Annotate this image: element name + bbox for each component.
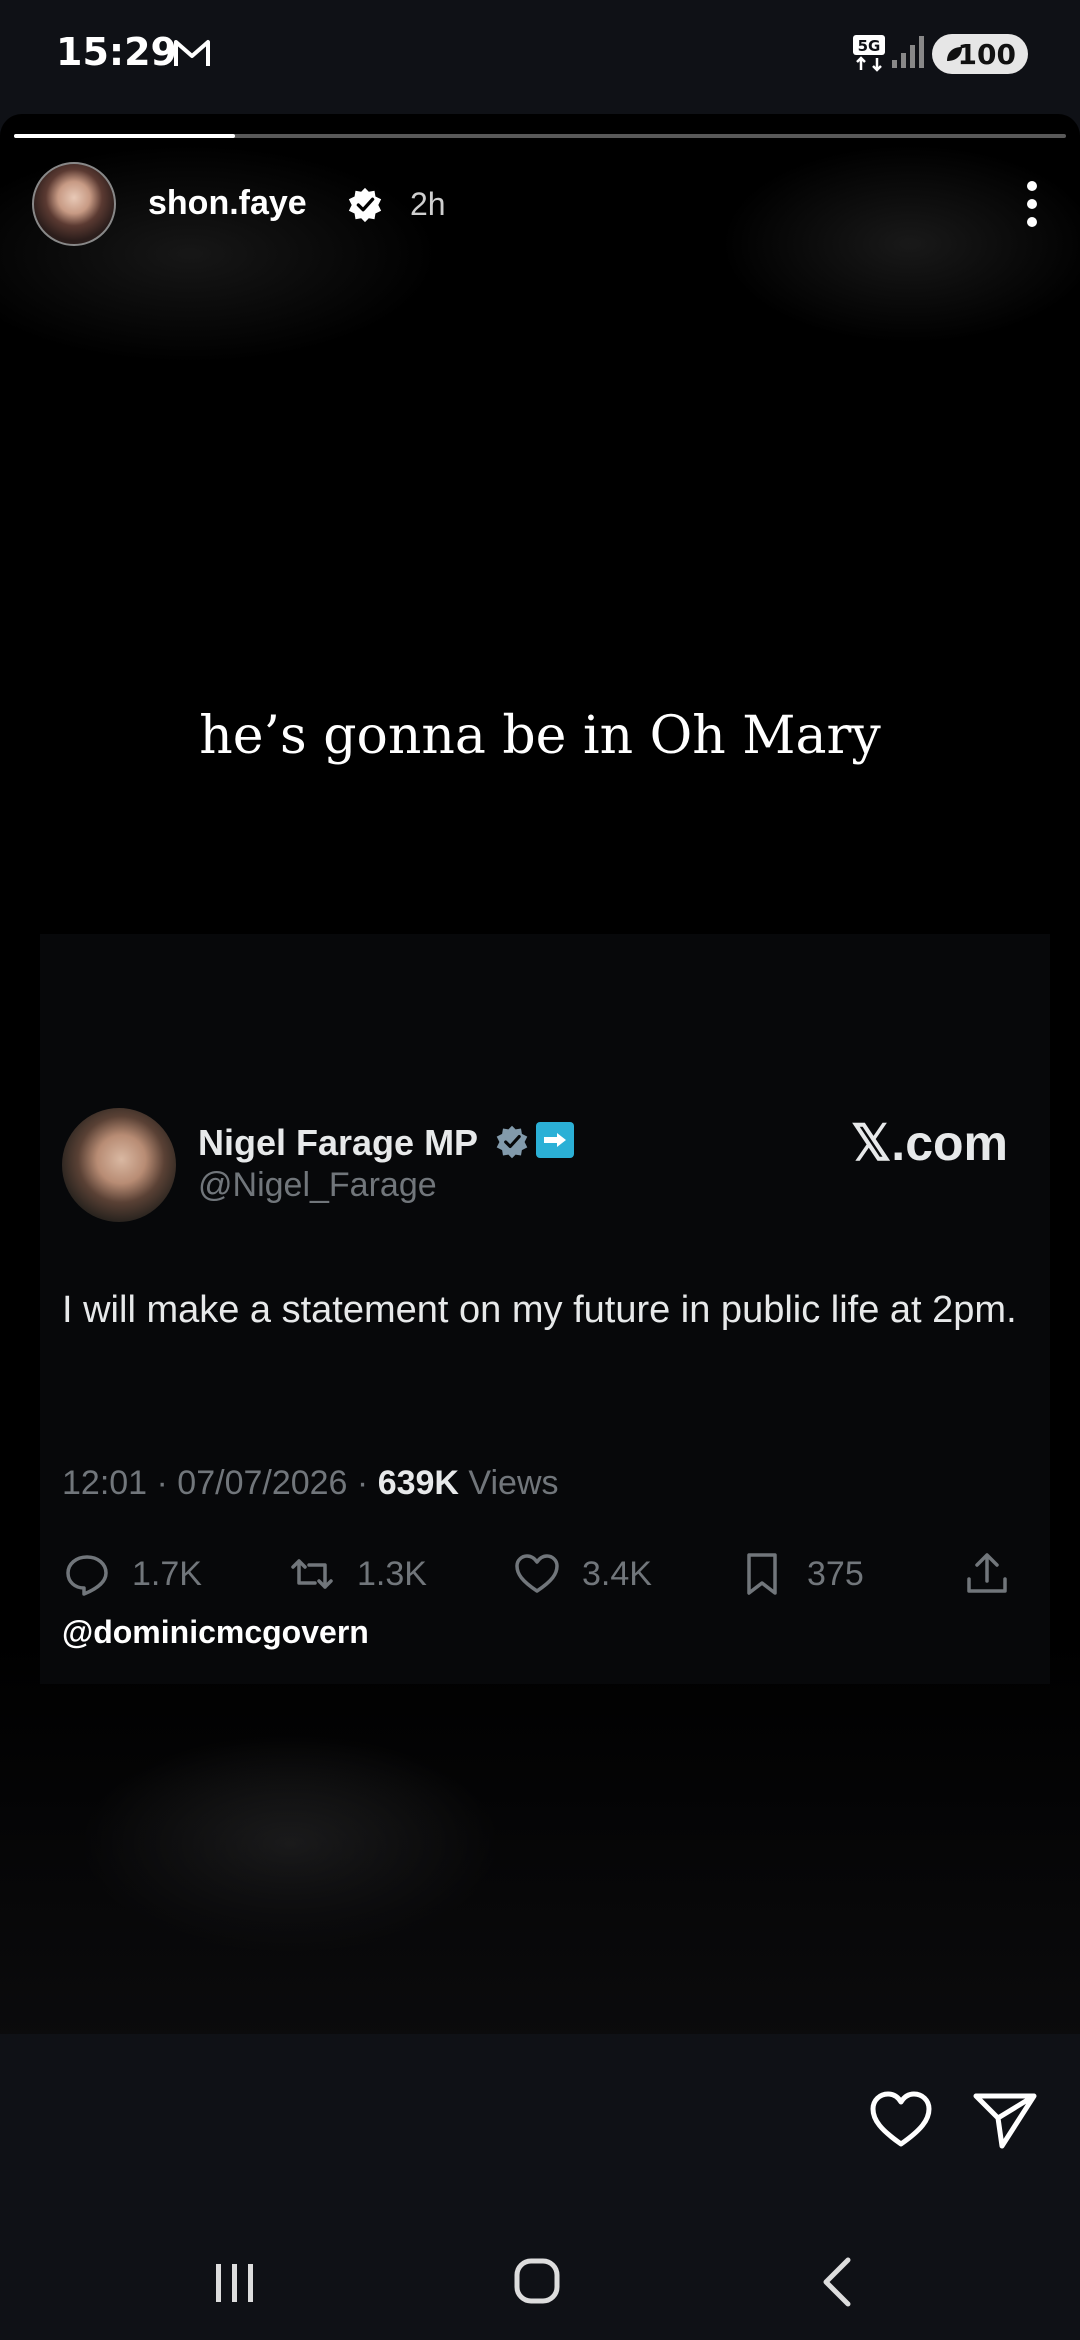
tweet-text: I will make a statement on my future in … xyxy=(62,1289,1017,1331)
gmail-icon xyxy=(174,40,210,66)
status-bar: 15:29 5G 100 xyxy=(0,0,1080,110)
party-badge-icon xyxy=(536,1122,574,1158)
battery-level: 100 xyxy=(957,37,1016,71)
story-header: shon.faye 2h xyxy=(32,162,1052,252)
tweet-author-name: Nigel Farage MP xyxy=(198,1122,479,1163)
5g-icon: 5G xyxy=(853,35,885,72)
story-footer xyxy=(0,2034,1080,2340)
bookmark-count: 375 xyxy=(807,1554,864,1593)
tweet-actions: 1.7K 1.3K 3.4K 375 xyxy=(62,1544,1022,1604)
like-count: 3.4K xyxy=(582,1554,652,1593)
share-icon xyxy=(967,1553,1007,1593)
like-icon[interactable] xyxy=(868,2088,934,2150)
heart-icon xyxy=(515,1554,559,1593)
reply-stat: 1.7K xyxy=(62,1544,202,1604)
credit-handle: @dominicmcgovern xyxy=(62,1614,369,1650)
story-progress-fill xyxy=(14,134,235,138)
more-options-icon[interactable] xyxy=(1012,174,1052,234)
tweet-avatar xyxy=(62,1108,176,1222)
bookmark-icon xyxy=(747,1553,777,1595)
back-icon[interactable] xyxy=(818,2256,858,2308)
avatar[interactable] xyxy=(32,162,116,246)
reply-count: 1.7K xyxy=(132,1554,202,1593)
like-stat: 3.4K xyxy=(512,1544,652,1604)
tweet-views-count: 639K xyxy=(377,1464,459,1502)
repost-stat: 1.3K xyxy=(287,1544,427,1604)
recent-apps-icon[interactable] xyxy=(210,2260,260,2306)
x-logo: 𝕏.com xyxy=(851,1115,1008,1171)
username[interactable]: shon.faye xyxy=(148,184,307,223)
status-time: 15:29 xyxy=(56,30,177,74)
story-view[interactable]: shon.faye 2h he’s gonna be in Oh Mary Ni… xyxy=(0,114,1080,2034)
tweet-handle: @Nigel_Farage xyxy=(198,1166,437,1204)
story-caption: he’s gonna be in Oh Mary xyxy=(199,706,881,766)
bookmark-stat: 375 xyxy=(737,1544,864,1604)
reply-icon xyxy=(66,1555,108,1596)
background-fade xyxy=(0,1634,1080,2034)
post-age: 2h xyxy=(410,186,446,222)
tweet-meta: 12:01 · 07/07/2026 · 639K Views xyxy=(62,1464,559,1503)
send-icon[interactable] xyxy=(972,2088,1038,2150)
leaf-icon xyxy=(947,47,962,61)
tweet-timestamp: 12:01 · 07/07/2026 · xyxy=(62,1464,378,1502)
repost-icon xyxy=(291,1559,333,1589)
share-stat xyxy=(962,1544,1012,1604)
tweet-card: Nigel Farage MP @Nigel_Farage 𝕏.com I wi… xyxy=(40,934,1050,1684)
tweet-views-label: Views xyxy=(468,1464,559,1502)
story-progress-bar xyxy=(14,134,1066,138)
home-icon[interactable] xyxy=(512,2256,562,2306)
verified-badge-icon xyxy=(348,187,382,223)
verified-badge-icon xyxy=(496,1125,528,1159)
signal-icon xyxy=(892,36,924,68)
battery-icon: 100 xyxy=(932,34,1028,74)
repost-count: 1.3K xyxy=(357,1554,427,1593)
network-label: 5G xyxy=(858,37,881,55)
